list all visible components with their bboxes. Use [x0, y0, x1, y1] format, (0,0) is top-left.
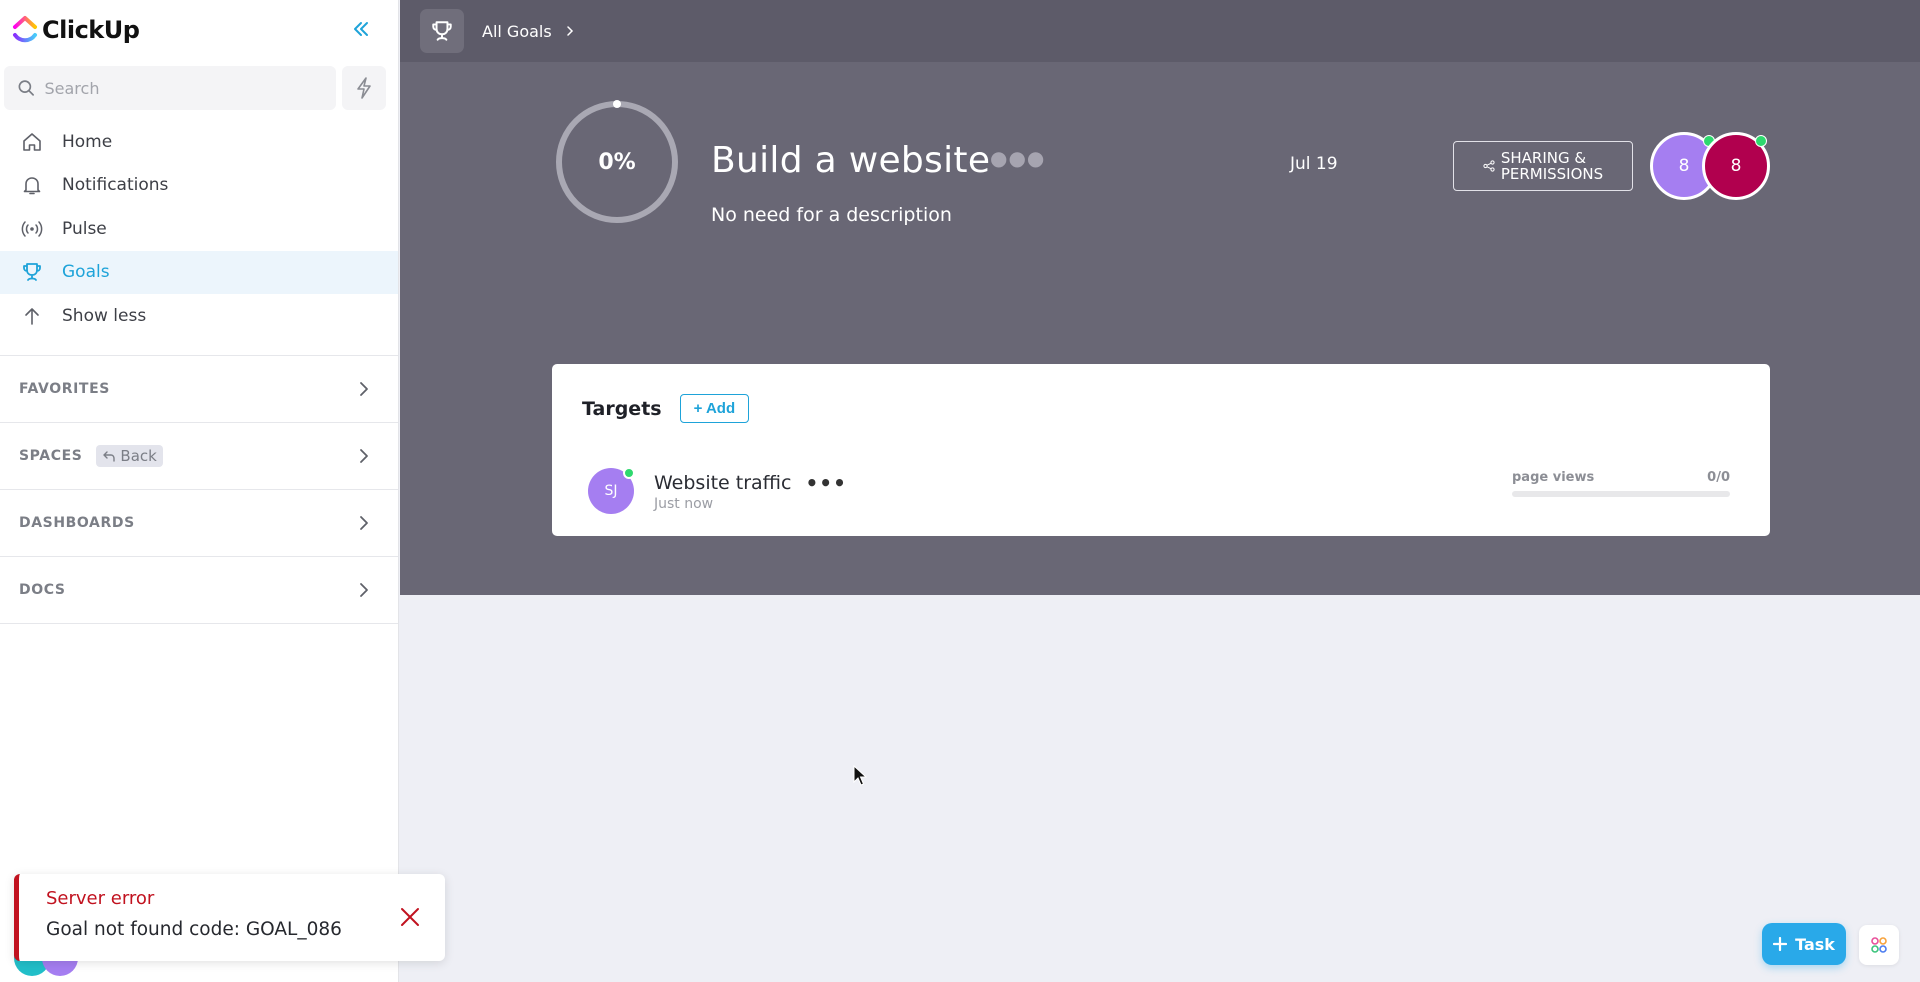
target-progress-bar: [1512, 491, 1730, 497]
back-label: Back: [120, 446, 157, 465]
target-progress-text: 0/0: [1707, 470, 1730, 485]
sidebar-item-goals[interactable]: Goals: [0, 250, 398, 294]
sidebar-item-home[interactable]: Home: [0, 120, 398, 164]
targets-header: Targets + Add: [582, 394, 750, 423]
brand-name: ClickUp: [42, 16, 140, 44]
lightning-icon: [357, 77, 371, 99]
trophy-icon: [432, 21, 452, 41]
sidebar-item-pulse[interactable]: Pulse: [0, 207, 398, 251]
sidebar-item-label: Pulse: [62, 218, 107, 239]
target-info: Website traffic ••• Just now: [654, 471, 847, 512]
target-owner-avatar[interactable]: SJ: [588, 467, 635, 514]
sidebar-item-label: Home: [62, 131, 113, 152]
add-target-button[interactable]: + Add: [679, 394, 750, 423]
clickup-logo-icon: [13, 16, 37, 43]
section-left: SPACES Back: [19, 444, 163, 467]
toast-title: Server error: [46, 888, 155, 909]
collapse-sidebar-button[interactable]: [348, 16, 374, 42]
error-toast: Server error Goal not found code: GOAL_0…: [14, 874, 445, 961]
member-initials: 8: [1730, 156, 1742, 176]
double-chevron-left-icon: [354, 22, 368, 36]
broadcast-icon: [20, 218, 44, 240]
apps-menu-button[interactable]: [1859, 925, 1899, 965]
member-avatar[interactable]: 8: [1702, 132, 1770, 200]
bell-icon: [20, 174, 44, 196]
target-name[interactable]: Website traffic: [654, 472, 792, 494]
close-icon: [401, 908, 419, 926]
share-icon: [1483, 160, 1495, 172]
home-icon: [20, 131, 44, 153]
goals-home-button[interactable]: [420, 9, 464, 53]
logo-row: ClickUp: [0, 0, 398, 60]
sidebar-item-label: Goals: [62, 262, 110, 283]
arrow-up-icon: [20, 305, 44, 327]
share-label-line2: PERMISSIONS: [1500, 165, 1604, 183]
chevron-right-icon: [360, 582, 368, 597]
target-name-row: Website traffic •••: [654, 471, 847, 495]
goal-title[interactable]: Build a website: [711, 140, 990, 181]
share-label-line1: SHARING &: [1500, 149, 1587, 167]
chevron-right-icon: [360, 381, 368, 396]
goal-progress-ring: 0%: [555, 100, 679, 224]
search-icon: [18, 80, 34, 96]
sidebar: ClickUp Home: [0, 0, 399, 982]
target-more-button[interactable]: •••: [806, 471, 847, 495]
new-task-label: Task: [1795, 934, 1835, 954]
trophy-icon: [20, 261, 44, 283]
target-row[interactable]: SJ Website traffic ••• Just now page vie…: [588, 466, 1730, 516]
search-row: [0, 66, 398, 110]
sidebar-item-label: Show less: [62, 305, 147, 326]
plus-icon: [1773, 937, 1788, 951]
goal-description[interactable]: No need for a description: [711, 204, 952, 226]
sidebar-sections: FAVORITES SPACES Back DASHBOARDS DOCS: [0, 354, 398, 624]
sidebar-nav: Home Notifications Pulse Goals Show less: [0, 120, 398, 338]
new-task-button[interactable]: Task: [1762, 923, 1846, 965]
online-indicator: [623, 467, 635, 479]
goal-more-button[interactable]: ●●●: [990, 146, 1045, 170]
spaces-back-button[interactable]: Back: [96, 444, 163, 467]
goal-due-date[interactable]: Jul 19: [1290, 154, 1338, 174]
online-indicator: [1755, 135, 1767, 147]
sidebar-item-notifications[interactable]: Notifications: [0, 164, 398, 208]
section-docs[interactable]: DOCS: [0, 557, 398, 624]
search-box[interactable]: [4, 66, 336, 110]
targets-title: Targets: [582, 397, 662, 420]
quick-actions-button[interactable]: [342, 66, 386, 110]
apps-grid-icon: [1871, 937, 1887, 953]
member-initials: 8: [1678, 156, 1690, 176]
section-dashboards[interactable]: DASHBOARDS: [0, 490, 398, 557]
share-label: SHARING & PERMISSIONS: [1501, 150, 1603, 182]
section-favorites[interactable]: FAVORITES: [0, 356, 398, 423]
chevron-right-icon: [360, 448, 368, 463]
toast-message: Goal not found code: GOAL_086: [46, 919, 342, 940]
chevron-right-icon: [360, 515, 368, 530]
search-input[interactable]: [44, 78, 336, 98]
sidebar-item-show-less[interactable]: Show less: [0, 294, 398, 338]
section-title: DASHBOARDS: [19, 514, 135, 531]
goal-progress-label: 0%: [598, 149, 636, 175]
target-progress-head: page views 0/0: [1512, 470, 1730, 485]
breadcrumb-all-goals[interactable]: All Goals: [482, 22, 574, 41]
owner-initials: SJ: [604, 483, 618, 499]
breadcrumb-label: All Goals: [482, 21, 552, 41]
goal-header: 0% Build a website ●●● No need for a des…: [400, 62, 1920, 595]
section-title: SPACES: [19, 447, 83, 464]
target-progress[interactable]: page views 0/0: [1512, 470, 1730, 497]
target-unit: page views: [1512, 470, 1595, 485]
sharing-permissions-button[interactable]: SHARING & PERMISSIONS: [1453, 141, 1633, 191]
mouse-cursor-icon: [853, 765, 867, 786]
section-spaces[interactable]: SPACES Back: [0, 423, 398, 490]
toast-close-button[interactable]: [397, 904, 423, 930]
header-bar: All Goals: [400, 0, 1920, 62]
targets-card: Targets + Add SJ Website traffic ••• Jus…: [552, 364, 1770, 536]
target-updated: Just now: [654, 495, 714, 512]
section-title: DOCS: [19, 581, 66, 598]
undo-arrow-icon: [103, 450, 116, 462]
clickup-logo[interactable]: ClickUp: [12, 15, 140, 45]
goal-members: 8 8: [1650, 132, 1770, 200]
chevron-right-icon: [566, 26, 573, 36]
sidebar-item-label: Notifications: [62, 175, 169, 196]
section-title: FAVORITES: [19, 380, 110, 397]
